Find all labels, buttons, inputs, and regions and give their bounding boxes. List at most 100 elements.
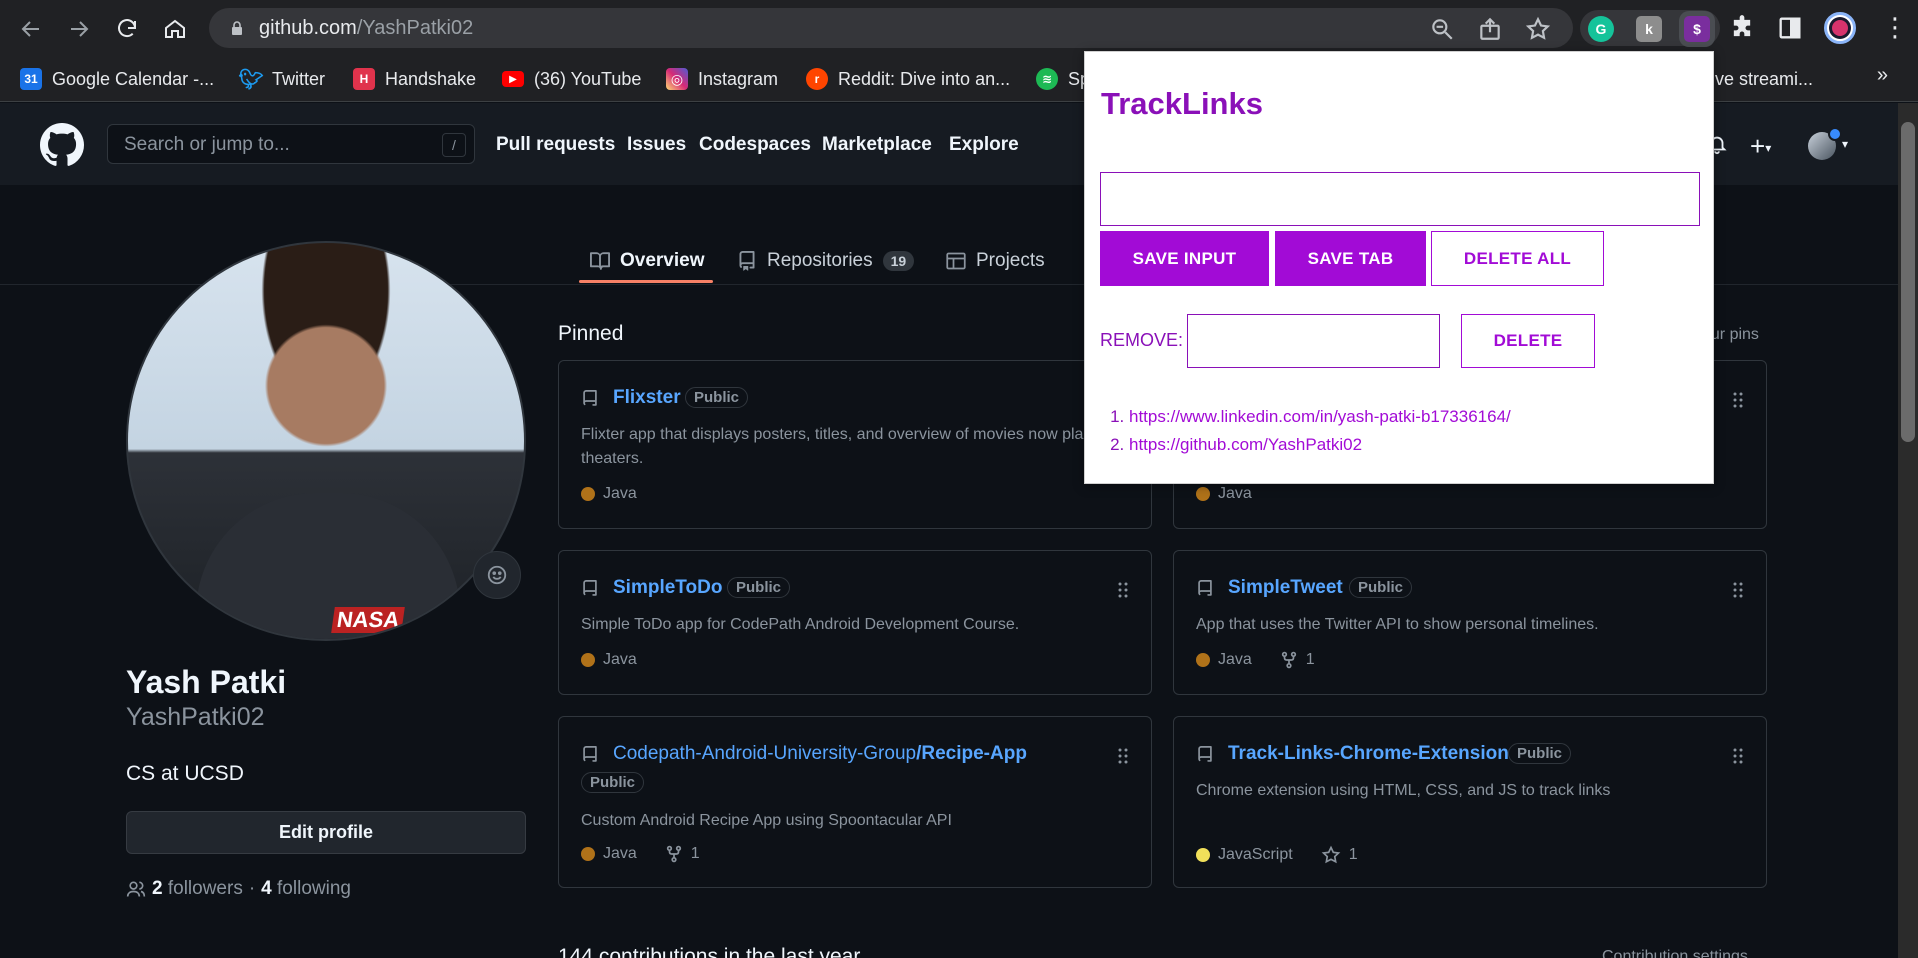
- bookmark-reddit[interactable]: r Reddit: Dive into an...: [806, 66, 1010, 92]
- bookmark-twitter[interactable]: 🐦︎ Twitter: [238, 66, 326, 92]
- visibility-badge: Public: [727, 577, 791, 598]
- delete-all-button[interactable]: DELETE ALL: [1431, 231, 1604, 286]
- repo-icon: [583, 746, 597, 762]
- fork-icon: [1281, 651, 1296, 669]
- nav-issues[interactable]: Issues: [627, 134, 686, 156]
- zoom-icon[interactable]: [1429, 16, 1455, 42]
- repo-description: Flixter app that displays posters, title…: [581, 426, 1101, 467]
- visibility-badge: Public: [1349, 577, 1413, 598]
- tracklinks-extension-icon[interactable]: $: [1684, 16, 1710, 42]
- remove-index-input[interactable]: [1187, 314, 1440, 368]
- set-status-button[interactable]: [473, 551, 521, 599]
- side-panel-icon[interactable]: [1776, 14, 1804, 42]
- language-color-dot: [1196, 487, 1210, 501]
- repo-name-link[interactable]: SimpleTweet: [1228, 577, 1343, 599]
- language-color-dot: [581, 487, 595, 501]
- menu-kebab-icon[interactable]: ⋮: [1882, 14, 1908, 40]
- contributions-heading: 144 contributions in the last year: [558, 945, 861, 958]
- drag-handle-icon[interactable]: [1732, 391, 1744, 409]
- reload-button[interactable]: [110, 12, 144, 46]
- pinned-repo-card: Codepath-Android-University-Group/Recipe…: [558, 716, 1152, 888]
- bookmark-google-calendar[interactable]: 31 Google Calendar -...: [20, 66, 214, 92]
- extension-k-icon[interactable]: k: [1636, 16, 1662, 42]
- arrow-right-icon: [71, 21, 89, 37]
- bookmark-label: Instagram: [698, 68, 779, 89]
- repo-meta: Java 1: [1196, 651, 1315, 669]
- scrollbar-thumb[interactable]: [1901, 122, 1915, 442]
- puzzle-icon[interactable]: [1728, 14, 1756, 42]
- back-button[interactable]: [14, 12, 48, 46]
- drag-handle-icon[interactable]: [1732, 581, 1744, 599]
- bookmark-streaming[interactable]: ve streami...: [1715, 66, 1813, 92]
- book-icon: [590, 252, 610, 270]
- star-count[interactable]: 1: [1349, 846, 1358, 864]
- slash-shortcut-hint: /: [442, 133, 466, 157]
- drag-handle-icon[interactable]: [1117, 747, 1129, 765]
- follow-separator: ·: [248, 878, 256, 899]
- nav-pull-requests[interactable]: Pull requests: [496, 134, 615, 156]
- github-search-input[interactable]: Search or jump to... /: [107, 124, 475, 164]
- address-bar[interactable]: github.com/YashPatki02: [209, 8, 1573, 48]
- language-color-dot: [1196, 848, 1210, 862]
- fork-icon: [666, 845, 681, 863]
- repo-name-link[interactable]: SimpleToDo: [613, 577, 722, 599]
- url-domain: github.com: [259, 17, 357, 39]
- tab-projects[interactable]: Projects: [946, 239, 1045, 283]
- saved-link[interactable]: https://github.com/YashPatki02: [1129, 435, 1362, 454]
- github-logo-icon[interactable]: [40, 123, 84, 167]
- bookmark-spotify[interactable]: ≋ Sp: [1036, 66, 1090, 92]
- repo-short-name: /Recipe-App: [916, 743, 1027, 764]
- share-icon[interactable]: [1477, 16, 1503, 42]
- drag-handle-icon[interactable]: [1732, 747, 1744, 765]
- repo-name-link[interactable]: Flixster: [613, 387, 681, 409]
- fork-count[interactable]: 1: [1306, 651, 1315, 669]
- profile-avatar-inner: [1832, 20, 1848, 36]
- follow-stats: 2 followers · 4 following: [126, 878, 351, 900]
- popup-title: TrackLinks: [1101, 86, 1263, 121]
- repo-name-link[interactable]: Codepath-Android-University-Group/Recipe…: [613, 743, 1027, 765]
- repo-icon: [583, 580, 597, 596]
- edit-profile-button[interactable]: Edit profile: [126, 811, 526, 854]
- contribution-settings-link[interactable]: Contribution settings: [1602, 948, 1748, 958]
- tab-label: Projects: [976, 250, 1045, 271]
- create-new-button[interactable]: +▾: [1750, 131, 1771, 162]
- chevron-down-icon: ▾: [1842, 137, 1849, 151]
- fork-count[interactable]: 1: [691, 845, 700, 863]
- bookmark-star-icon[interactable]: [1525, 16, 1551, 42]
- bookmarks-overflow-button[interactable]: »: [1877, 64, 1888, 87]
- bookmark-handshake[interactable]: H Handshake: [353, 66, 476, 92]
- nav-marketplace[interactable]: Marketplace: [822, 134, 932, 156]
- star-icon: [1321, 845, 1341, 864]
- delete-button[interactable]: DELETE: [1461, 314, 1595, 368]
- bookmark-label: Twitter: [272, 68, 326, 89]
- tab-repositories[interactable]: Repositories 19: [737, 239, 915, 283]
- calendar-icon: 31: [20, 68, 42, 90]
- save-tab-button[interactable]: SAVE TAB: [1275, 231, 1426, 286]
- nav-explore[interactable]: Explore: [949, 134, 1019, 156]
- save-input-button[interactable]: SAVE INPUT: [1100, 231, 1269, 286]
- link-input[interactable]: [1100, 172, 1700, 226]
- visibility-badge: Public: [1508, 743, 1572, 764]
- repo-icon: [1198, 746, 1212, 762]
- drag-handle-icon[interactable]: [1117, 581, 1129, 599]
- profile-username: YashPatki02: [126, 703, 265, 731]
- repo-language: Java: [603, 485, 637, 502]
- grammarly-icon[interactable]: G: [1588, 16, 1614, 42]
- arrow-left-icon: [21, 21, 39, 37]
- repo-name-link[interactable]: Track-Links-Chrome-Extension: [1228, 743, 1509, 765]
- forward-button[interactable]: [62, 12, 96, 46]
- tab-overview[interactable]: Overview: [590, 239, 705, 283]
- home-button[interactable]: [158, 12, 192, 46]
- followers-link[interactable]: 2 followers: [152, 878, 243, 900]
- repo-meta: Java: [581, 485, 637, 503]
- bookmark-youtube[interactable]: ▶ (36) YouTube: [502, 66, 641, 92]
- tab-label: Overview: [620, 250, 705, 271]
- bookmark-label: Google Calendar -...: [52, 68, 215, 89]
- list-item: https://github.com/YashPatki02: [1129, 431, 1511, 459]
- nav-codespaces[interactable]: Codespaces: [699, 134, 811, 156]
- saved-link[interactable]: https://www.linkedin.com/in/yash-patki-b…: [1129, 407, 1511, 426]
- bookmark-instagram[interactable]: ◎ Instagram: [666, 66, 778, 92]
- followers-count: 2: [152, 878, 163, 899]
- following-link[interactable]: 4 following: [261, 878, 351, 900]
- profile-avatar[interactable]: [1824, 12, 1856, 44]
